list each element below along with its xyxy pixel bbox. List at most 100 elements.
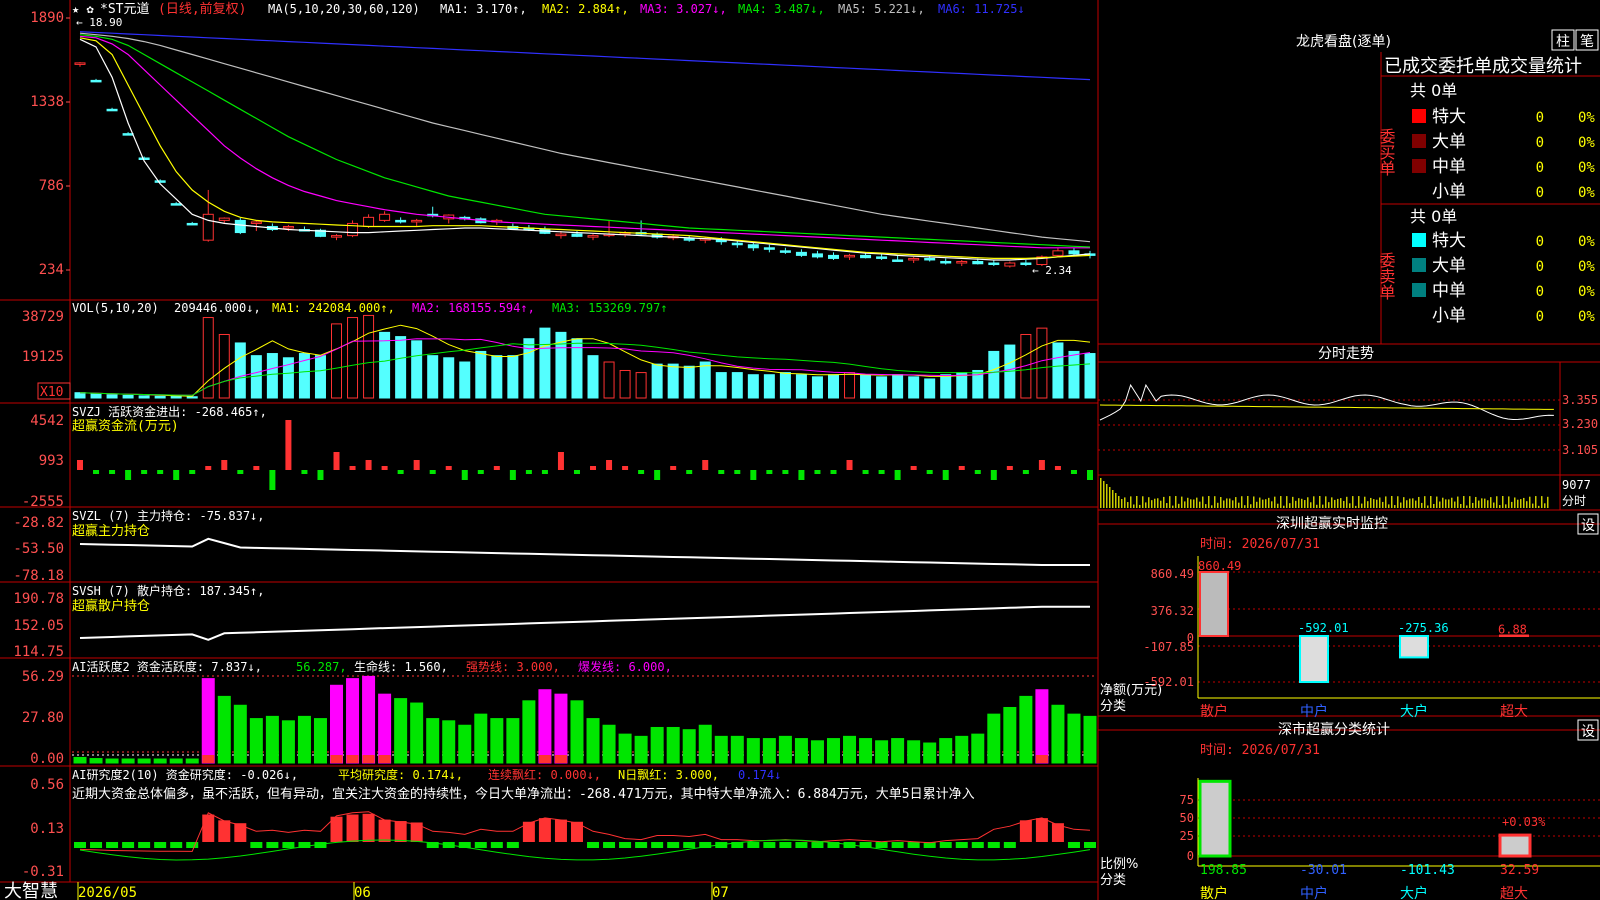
fenshi-vol-bar [1352, 496, 1354, 508]
svzj-bar [814, 470, 821, 474]
ai-bar [330, 684, 344, 764]
row-name: 大单 [1432, 132, 1466, 152]
ai-bar [378, 693, 392, 764]
row-pct: 0% [1578, 309, 1595, 325]
ma4-value: MA4: 3.487↓, [738, 2, 825, 16]
fenshi-vol-bar [1316, 504, 1318, 508]
svzj-bar [798, 470, 805, 480]
volume-bar [459, 361, 471, 399]
ai-bar [955, 735, 969, 764]
ai2-bar [987, 842, 1000, 848]
monitor-bars: 860.49 散户 -592.01 中户 -275.36 大户 6.88 超大 [1198, 559, 1529, 720]
ai-bar [490, 718, 504, 764]
volume-bar [186, 396, 198, 399]
svzj-bar [590, 466, 597, 470]
candle-body [844, 254, 856, 258]
ai2-bar [410, 822, 423, 842]
fenshi-vol-bar [1349, 503, 1351, 508]
ai-bar [746, 738, 760, 764]
fenshi-vol-bar [1421, 502, 1423, 508]
volume-bar [940, 374, 952, 399]
ai2-header-c: 连续飘红: 0.000↓, [488, 767, 601, 782]
volume-bar [715, 372, 727, 399]
ai2-header-b: 平均研究度: 0.174↓, [338, 767, 463, 782]
vol-ma-line [79, 338, 1091, 396]
fenshi-vol-bar [1403, 497, 1405, 508]
vol-value: 209446.000↓, [174, 301, 261, 315]
date-tick: 2026/05 [78, 885, 137, 900]
svzj-bar [1038, 460, 1045, 470]
candle-body [571, 233, 583, 237]
row-swatch [1412, 134, 1426, 148]
ai-bar-base [538, 755, 551, 763]
row-pct: 0% [1578, 135, 1595, 151]
fenshi-vol-bar [1154, 498, 1156, 508]
monitor-bar [1199, 571, 1229, 637]
fenshi-vol-bar [1391, 496, 1393, 508]
ai2-bar [554, 819, 567, 842]
ai-bar [153, 758, 167, 764]
svzj-bar [541, 470, 548, 474]
fenshi-vol-bar [1358, 496, 1360, 508]
ai2-bar [346, 814, 359, 842]
ai-bar [362, 675, 376, 764]
volume-bar [892, 374, 904, 399]
svzj-bar [638, 470, 645, 474]
monitor-value: 6.88 [1498, 622, 1527, 636]
fenshi-vol-bar [1256, 501, 1258, 508]
fenshi-vol-bar [1418, 496, 1420, 508]
ai2-bar [667, 842, 680, 848]
fenshi-vol-bar [1487, 500, 1489, 508]
volume-bar [379, 331, 391, 399]
ai2-bar [891, 842, 904, 848]
candle-body [186, 222, 198, 226]
fenshi-vol-bar [1265, 499, 1267, 508]
ai-bar-base [330, 755, 343, 763]
candle-body [122, 133, 134, 136]
volume-bar [827, 374, 839, 399]
ma-line-ma2 [79, 37, 1091, 259]
fenshi-vol-bar [1502, 496, 1504, 508]
date-axis: 大智慧 2026/05 06 07 [4, 881, 729, 900]
monitor-category: 散户 [1200, 703, 1228, 720]
fenshi-vol-bar [1334, 499, 1336, 508]
volume-bars [74, 314, 1096, 399]
candle-body [811, 253, 823, 258]
svzj-bar [317, 470, 324, 480]
svzl-tick: -78.18 [13, 568, 64, 584]
ai2-bar [1003, 842, 1016, 848]
ai2-bar [90, 842, 103, 848]
ai2-line-green [79, 839, 1091, 861]
volume-bar [1068, 350, 1080, 399]
svzj-bar [285, 420, 292, 470]
fenshi-vol-bar [1130, 496, 1132, 508]
monitor-settings-label: 设 [1581, 518, 1595, 534]
candle-body [683, 238, 695, 241]
low-marker: ← 2.34 [1032, 264, 1072, 277]
svzj-bar [269, 470, 276, 490]
ai2-bar [651, 842, 664, 848]
ai2-bar [282, 842, 295, 848]
fenshi-vol-bar [1253, 496, 1255, 508]
row-count: 0 [1536, 110, 1544, 126]
row-name: 特大 [1432, 107, 1466, 127]
fenshi-vol-bar [1304, 500, 1306, 508]
period-label: (日线,前复权) [158, 1, 246, 17]
class-pct: +0.03% [1502, 815, 1546, 829]
row-pct: 0% [1578, 110, 1595, 126]
monitor-bar [1399, 635, 1429, 659]
ai2-bar [1084, 842, 1096, 848]
fenshi-vol-bar [1469, 496, 1471, 508]
stock-chart-canvas[interactable]: 1890 1338 786 234 ★ ✿ *ST元道 (日线,前复权) MA(… [0, 0, 1600, 900]
svzj-bar [253, 466, 260, 470]
fenshi-vol-bar [1220, 497, 1222, 508]
ai2-bar [122, 842, 135, 848]
candle-body [795, 251, 807, 256]
monitor-left-label2: 分类 [1100, 699, 1126, 714]
candle-body [331, 235, 343, 238]
volume-bar [763, 374, 775, 399]
fenshi-vol-bar [1274, 496, 1276, 508]
ai-bar [89, 758, 103, 764]
fenshi-vol-bar [1184, 501, 1186, 508]
ai2-bar [1067, 842, 1080, 848]
